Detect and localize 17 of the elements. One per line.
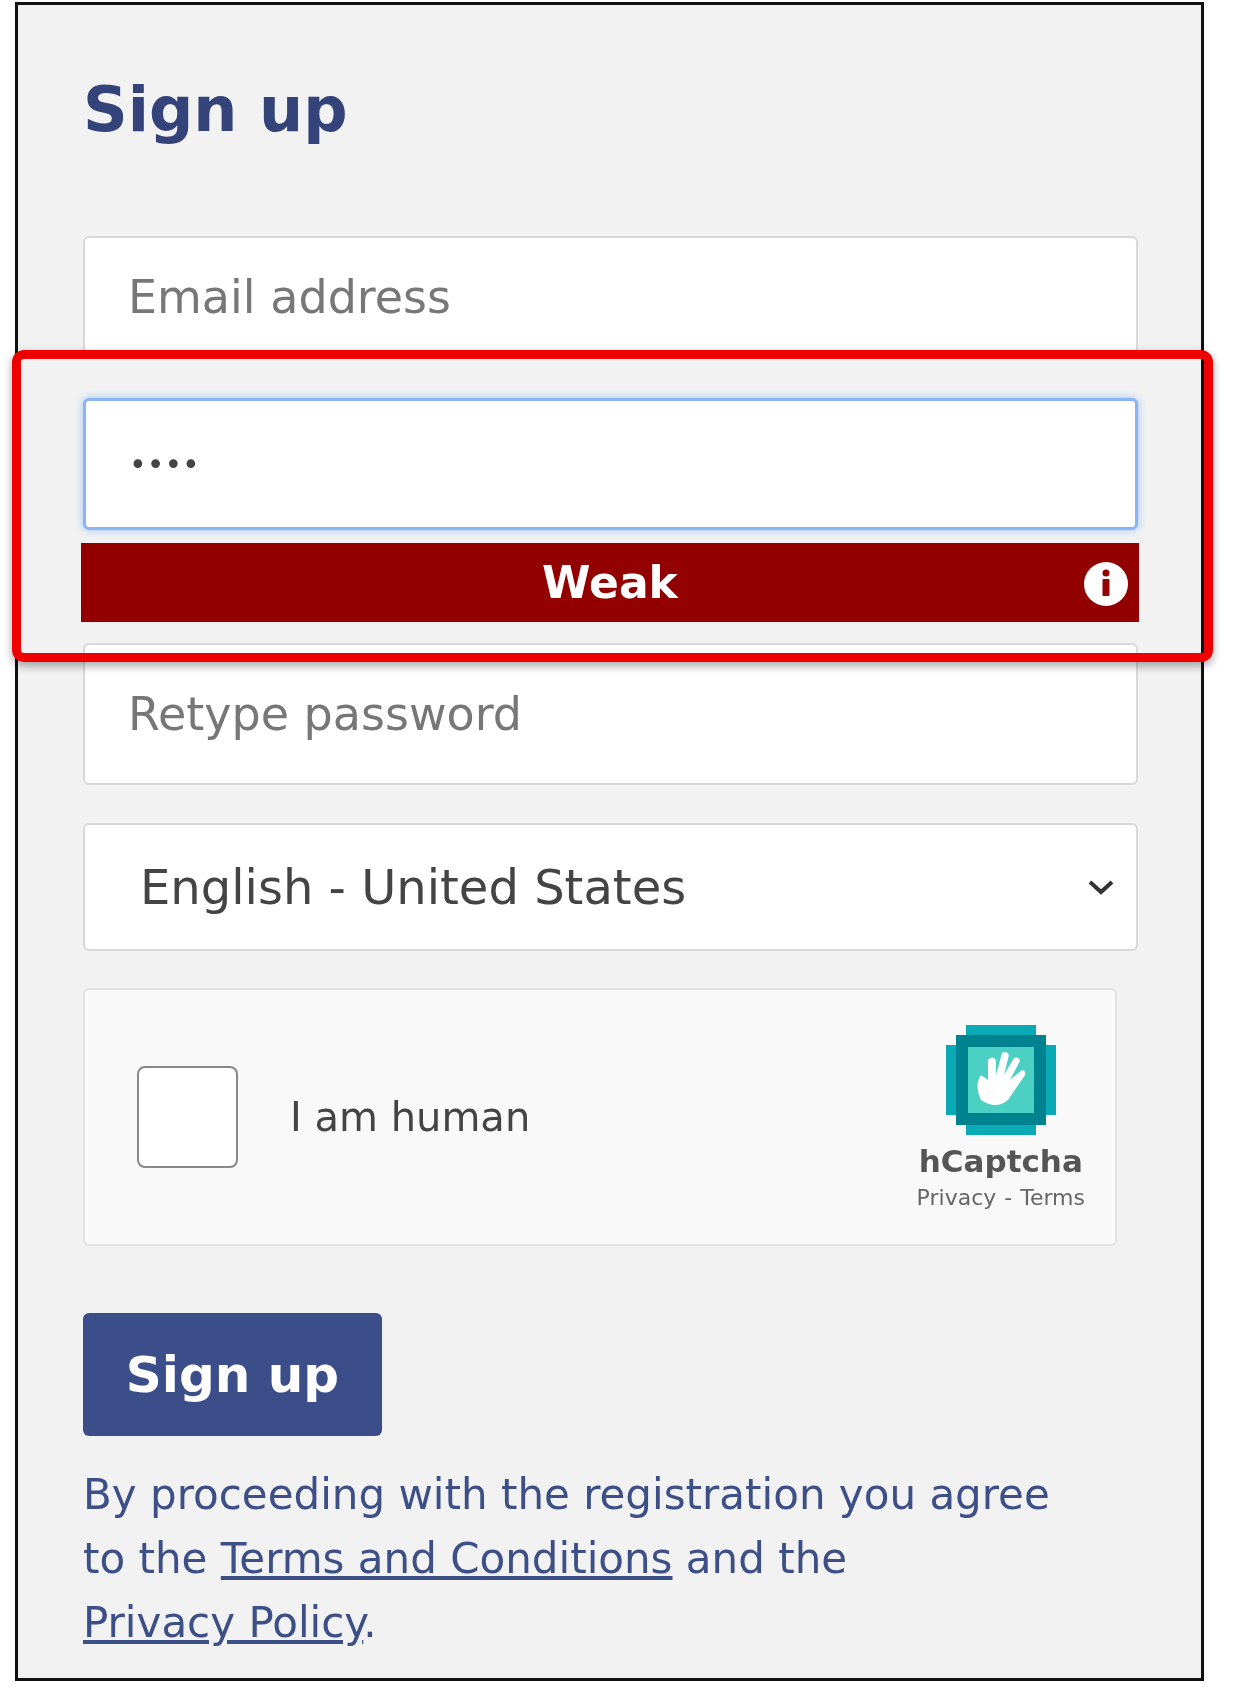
policy-link[interactable]: Terms and Conditions — [220, 1534, 673, 1583]
strength-label: Weak — [542, 557, 678, 608]
agreement-text: By proceeding with the registration you agree to the Terms and Conditions and the Privacy Policy. — [83, 1469, 1051, 1649]
brand-name: hCaptcha — [918, 1142, 1083, 1179]
sign-up-button[interactable]: Sign up — [83, 1313, 382, 1436]
page-title: Sign up — [83, 72, 349, 148]
separator: - — [1004, 1184, 1013, 1210]
captcha-checkbox[interactable] — [137, 1066, 238, 1168]
policy-link[interactable]: Privacy Policy — [83, 1598, 364, 1647]
language-select[interactable]: English - United States — [83, 823, 1138, 951]
hand-logo-icon — [945, 1024, 1056, 1135]
info-icon[interactable] — [1083, 561, 1129, 607]
retype-password-field[interactable]: Retype password — [83, 643, 1138, 785]
terms-link[interactable]: Terms — [1020, 1184, 1085, 1210]
password-field[interactable]: •••• — [83, 398, 1138, 530]
captcha-label: I am human — [290, 1094, 532, 1140]
privacy-link[interactable]: Privacy — [916, 1184, 997, 1210]
